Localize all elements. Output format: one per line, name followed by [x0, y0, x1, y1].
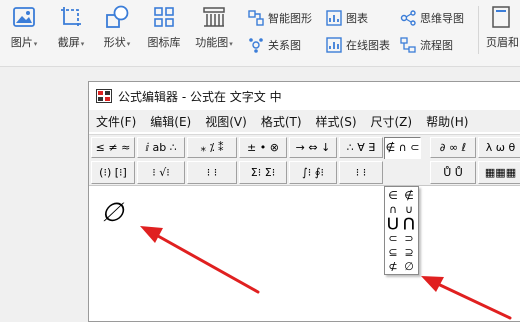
flowchart-label: 流程图	[420, 39, 453, 52]
symbol-palette-toolbar: ≤ ≠ ≈ ⅈ ab ∴ ⁎ ⁒ ⁑ ± • ⊗ → ⇔ ↓ ∴ ∀ ∃ ∉ ∩…	[89, 134, 520, 159]
operator-symbols-button[interactable]: ± • ⊗	[239, 137, 287, 158]
equation-editor-app-icon	[96, 89, 112, 103]
flowchart-icon	[400, 37, 416, 53]
picture-button[interactable]: 图片▾	[4, 4, 44, 54]
relation-chart-button[interactable]: 关系图	[248, 36, 301, 54]
summation-templates-button[interactable]: Σ⁝ Σ⁝	[239, 161, 287, 184]
embellishments-button[interactable]: ⁎ ⁒ ⁑	[187, 137, 237, 158]
fraction-radical-templates-button[interactable]: ⁝ √⁝	[137, 161, 185, 184]
online-chart-label: 在线图表	[346, 39, 390, 52]
mind-map-label: 思维导图	[420, 12, 464, 25]
smart-art-label: 智能图形	[268, 12, 312, 25]
function-chart-label: 功能图	[195, 36, 229, 49]
greek-lowercase-button[interactable]: λ ω θ	[478, 137, 520, 158]
chart-icon	[326, 10, 342, 26]
menu-bar: 文件(F) 编辑(E) 视图(V) 格式(T) 样式(S) 尺寸(Z) 帮助(H…	[89, 110, 520, 132]
logical-symbols-button[interactable]: ∴ ∀ ∃	[339, 137, 383, 158]
chevron-down-icon: ▾	[80, 40, 85, 48]
function-chart-icon	[190, 4, 238, 30]
screenshot-icon	[50, 4, 92, 30]
integral-templates-button[interactable]: ∫⁝ ∮⁝	[289, 161, 337, 184]
shapes-icon	[96, 4, 138, 30]
screenshot-button[interactable]: 截屏▾	[50, 4, 92, 54]
chevron-down-icon: ▾	[229, 40, 233, 48]
header-footer-icon	[482, 4, 520, 30]
matrix-templates-button[interactable]: ▦▦▦	[478, 161, 520, 184]
online-chart-icon	[326, 37, 342, 53]
menu-help[interactable]: 帮助(H)	[419, 113, 475, 130]
fence-templates-button[interactable]: (⁝) [⁝]	[91, 161, 135, 184]
flowchart-button[interactable]: 流程图	[400, 36, 453, 54]
mind-map-button[interactable]: 思维导图	[400, 9, 464, 27]
menu-format[interactable]: 格式(T)	[254, 113, 309, 130]
function-chart-button[interactable]: 功能图▾	[190, 4, 238, 54]
icon-library-icon	[144, 4, 184, 30]
chevron-down-icon: ▾	[126, 40, 131, 48]
shapes-label: 形状	[103, 36, 126, 49]
window-title: 公式编辑器 - 公式在 文字文 中	[118, 89, 282, 104]
relation-chart-icon	[249, 38, 263, 53]
smart-art-icon	[248, 10, 264, 26]
underbar-overbar-templates-button[interactable]: ⁝ ⁝	[339, 161, 383, 184]
ribbon-separator	[478, 6, 479, 54]
smart-art-button[interactable]: 智能图形	[248, 9, 312, 27]
menu-style[interactable]: 样式(S)	[309, 113, 364, 130]
empty-set-symbol[interactable]: ∅	[401, 258, 417, 275]
menu-file[interactable]: 文件(F)	[89, 113, 143, 130]
screenshot-label: 截屏	[57, 36, 80, 49]
palette-row: ⊄ ∅	[385, 258, 418, 275]
menu-edit[interactable]: 编辑(E)	[143, 113, 198, 130]
products-set-theory-templates-button[interactable]: Ů Ů	[430, 161, 476, 184]
subscript-superscript-templates-button[interactable]: ⁝ ⁝	[187, 161, 237, 184]
header-footer-button[interactable]: 页眉和	[482, 4, 520, 54]
equation-editor-window: 公式编辑器 - 公式在 文字文 中 文件(F) 编辑(E) 视图(V) 格式(T…	[88, 81, 520, 322]
arrow-symbols-button[interactable]: → ⇔ ↓	[289, 137, 337, 158]
set-theory-symbols-dropdown: ∈ ∉ ∩ ∪ ⋃ ⋂ ⊂ ⊃ ⊆ ⊇ ⊄ ∅	[384, 186, 419, 275]
not-subset-symbol[interactable]: ⊄	[385, 258, 401, 275]
spaces-ellipses-button[interactable]: ⅈ ab ∴	[137, 137, 185, 158]
picture-label: 图片	[10, 36, 33, 49]
misc-symbols-button[interactable]: ∂ ∞ ℓ	[430, 137, 476, 158]
chevron-down-icon: ▾	[33, 40, 38, 48]
set-theory-symbols-button[interactable]: ∉ ∩ ⊂	[384, 137, 421, 159]
shapes-button[interactable]: 形状▾	[96, 4, 138, 54]
equation-content: ∅	[101, 198, 124, 228]
relational-symbols-button[interactable]: ≤ ≠ ≈	[91, 137, 135, 158]
title-bar: 公式编辑器 - 公式在 文字文 中	[89, 82, 520, 110]
icon-library-label: 图标库	[147, 36, 181, 49]
relation-chart-label: 关系图	[268, 39, 301, 52]
icon-library-button[interactable]: 图标库	[144, 4, 184, 54]
chart-button[interactable]: 图表	[326, 9, 368, 27]
menu-size[interactable]: 尺寸(Z)	[364, 113, 420, 130]
chart-label: 图表	[346, 12, 368, 25]
equation-edit-area[interactable]: ∅	[89, 186, 520, 321]
insert-ribbon: 图片▾ 截屏▾ 形状▾ 图标库 功能图▾ 智能图形 图表 思维导图 关系图 在线…	[0, 0, 520, 67]
menu-view[interactable]: 视图(V)	[198, 113, 254, 130]
template-palette-toolbar: (⁝) [⁝] ⁝ √⁝ ⁝ ⁝ Σ⁝ Σ⁝ ∫⁝ ∮⁝ ⁝ ⁝ Ů Ů ▦▦▦	[89, 159, 520, 186]
online-chart-button[interactable]: 在线图表	[326, 36, 390, 54]
picture-icon	[4, 4, 44, 30]
mind-map-icon	[400, 10, 416, 26]
header-footer-label: 页眉和	[486, 36, 519, 49]
